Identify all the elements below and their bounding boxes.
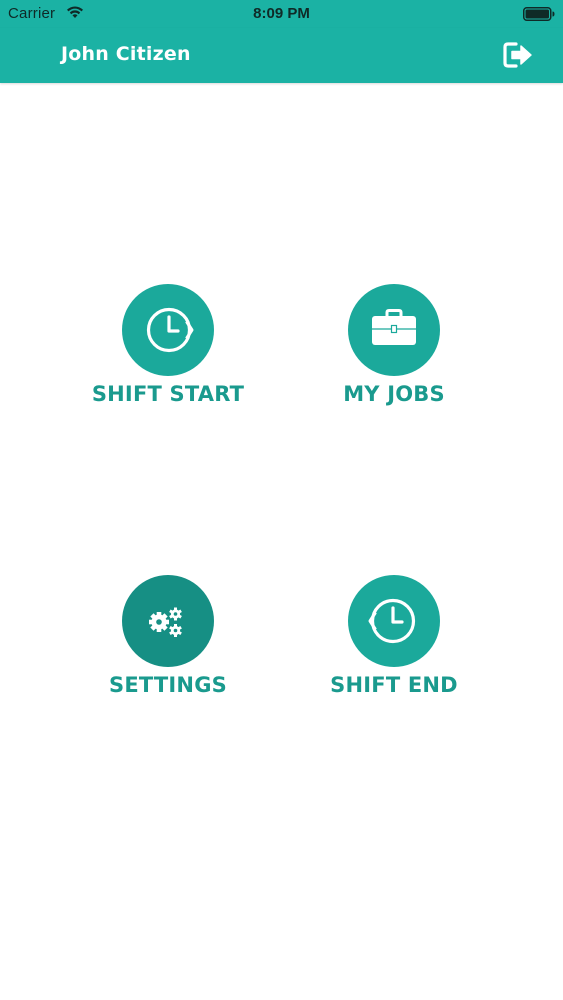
clock-time: 8:09 PM bbox=[253, 5, 310, 22]
shift-start-circle bbox=[122, 284, 214, 376]
my-jobs-circle bbox=[348, 284, 440, 376]
shift-end-circle bbox=[348, 575, 440, 667]
logout-button[interactable] bbox=[502, 39, 536, 71]
my-jobs-button[interactable]: MY JOBS bbox=[294, 284, 494, 424]
settings-button[interactable]: SETTINGS bbox=[68, 575, 268, 715]
user-name-title: John Citizen bbox=[61, 43, 191, 65]
status-bar: Carrier 8:09 PM bbox=[0, 0, 563, 28]
battery-icon bbox=[523, 7, 555, 21]
home-screen: Carrier 8:09 PM John Citizen SHIFT START… bbox=[0, 0, 563, 1000]
app-header: John Citizen bbox=[0, 28, 563, 83]
settings-circle bbox=[122, 575, 214, 667]
sign-out-icon bbox=[502, 39, 536, 71]
shift-start-label: SHIFT START bbox=[91, 382, 245, 406]
shift-start-button[interactable]: SHIFT START bbox=[68, 284, 268, 424]
shift-end-button[interactable]: SHIFT END bbox=[294, 575, 494, 715]
my-jobs-label: MY JOBS bbox=[343, 382, 445, 406]
shift-end-label: SHIFT END bbox=[330, 673, 458, 697]
settings-label: SETTINGS bbox=[109, 673, 227, 697]
